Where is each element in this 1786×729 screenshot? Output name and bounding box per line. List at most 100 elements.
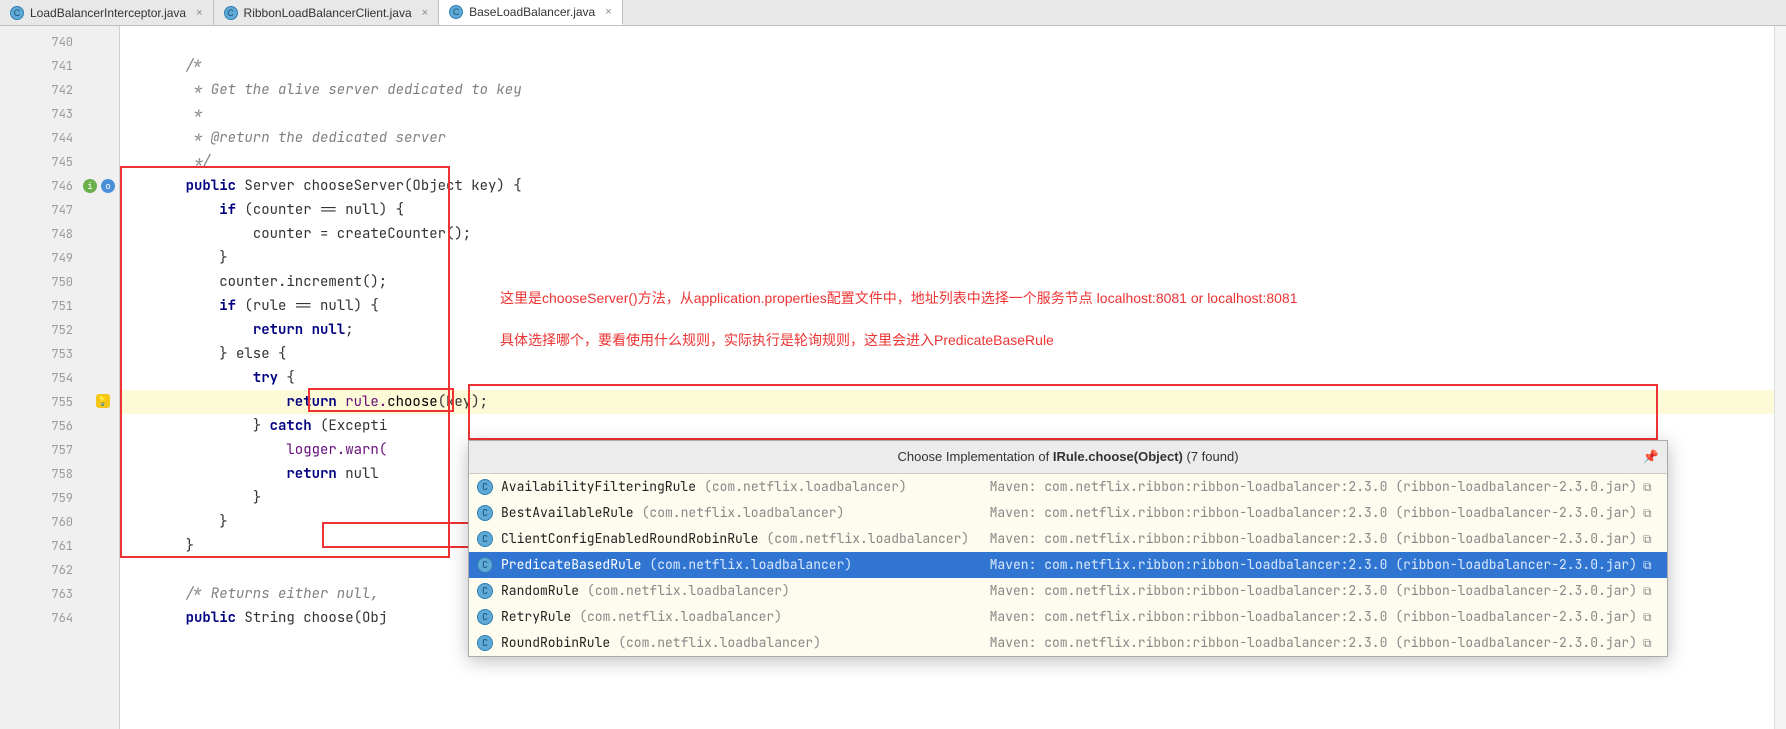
pin-icon[interactable]: 📌 — [1643, 445, 1659, 469]
copy-icon[interactable]: ⧉ — [1643, 501, 1659, 525]
gutter-line: 750 — [0, 270, 119, 294]
popup-item-source: Maven: com.netflix.ribbon:ribbon-loadbal… — [970, 605, 1637, 629]
code-text: logger.warn( — [286, 441, 387, 459]
implements-icon[interactable]: o — [101, 179, 115, 193]
close-icon[interactable]: × — [605, 6, 611, 18]
java-class-icon: C — [477, 557, 493, 573]
popup-item-package: (com.netflix.loadbalancer) — [579, 582, 790, 599]
code-text: } — [219, 513, 227, 531]
code-text: null — [337, 465, 379, 483]
keyword: try — [253, 369, 278, 387]
close-icon[interactable]: × — [422, 7, 428, 19]
comment-text: * — [186, 105, 203, 123]
popup-item-package: (com.netflix.loadbalancer) — [641, 556, 852, 573]
popup-title: Choose Implementation of IRule.choose(Ob… — [469, 441, 1667, 474]
override-icon[interactable]: i — [83, 179, 97, 193]
close-icon[interactable]: × — [196, 7, 202, 19]
field-ref: rule. — [337, 393, 387, 411]
keyword: public — [186, 609, 236, 627]
gutter-line: 749 — [0, 246, 119, 270]
comment-text: /* — [186, 57, 203, 75]
java-class-icon: C — [477, 635, 493, 651]
popup-item-availabilityfilteringrule[interactable]: C AvailabilityFilteringRule(com.netflix.l… — [469, 474, 1667, 500]
tab-label: RibbonLoadBalancerClient.java — [244, 6, 412, 20]
popup-item-source: Maven: com.netflix.ribbon:ribbon-loadbal… — [970, 475, 1637, 499]
java-class-icon: C — [477, 479, 493, 495]
gutter-line: 756 — [0, 414, 119, 438]
copy-icon[interactable]: ⧉ — [1643, 605, 1659, 629]
popup-item-name: ClientConfigEnabledRoundRobinRule — [501, 530, 758, 547]
popup-item-package: (com.netflix.loadbalancer) — [758, 530, 969, 547]
code-text: counter = createCounter(); — [253, 225, 471, 243]
copy-icon[interactable]: ⧉ — [1643, 631, 1659, 655]
java-class-icon: C — [224, 6, 238, 20]
popup-title-suffix: (7 found) — [1183, 449, 1239, 464]
code-text: (rule == null) { — [236, 297, 379, 315]
keyword: return — [286, 393, 336, 411]
gutter-line: 754 — [0, 366, 119, 390]
comment-text: */ — [186, 153, 211, 171]
code-text: } — [219, 249, 227, 267]
java-class-icon: C — [449, 5, 463, 19]
popup-item-source: Maven: com.netflix.ribbon:ribbon-loadbal… — [970, 527, 1637, 551]
popup-item-clientconfigenabledroundrobinrule[interactable]: CClientConfigEnabledRoundRobinRule(com.n… — [469, 526, 1667, 552]
code-editor[interactable]: 740741742743744745746io74774874975075175… — [0, 26, 1786, 729]
keyword: if — [219, 201, 236, 219]
code-text: (counter == null) { — [236, 201, 404, 219]
gutter-line: 742 — [0, 78, 119, 102]
java-class-icon: C — [10, 6, 24, 20]
gutter-line: 752 — [0, 318, 119, 342]
popup-item-source: Maven: com.netflix.ribbon:ribbon-loadbal… — [970, 553, 1637, 577]
popup-item-predicatebasedrule[interactable]: C PredicateBasedRule(com.netflix.loadbala… — [469, 552, 1667, 578]
gutter-line: 747 — [0, 198, 119, 222]
tab-baseloadbalancer[interactable]: C BaseLoadBalancer.java × — [439, 0, 623, 25]
copy-icon[interactable]: ⧉ — [1643, 527, 1659, 551]
annotation-text-1: 这里是chooseServer()方法，从application.propert… — [500, 286, 1297, 310]
gutter-line: 745 — [0, 150, 119, 174]
copy-icon[interactable]: ⧉ — [1643, 553, 1659, 577]
comment-text: * Get the alive server dedicated to key — [186, 81, 522, 99]
popup-item-roundrobinrule[interactable]: C RoundRobinRule(com.netflix.loadbalancer… — [469, 630, 1667, 656]
keyword: if — [219, 297, 236, 315]
keyword: return — [286, 465, 336, 483]
popup-item-name: AvailabilityFilteringRule — [501, 478, 696, 495]
gutter-line: 755💡 — [0, 390, 119, 414]
tab-label: BaseLoadBalancer.java — [469, 5, 595, 19]
comment-text: * @return the dedicated server — [186, 129, 446, 147]
gutter: 740741742743744745746io74774874975075175… — [0, 26, 120, 729]
popup-item-name: RoundRobinRule — [501, 634, 610, 651]
popup-item-name: PredicateBasedRule — [501, 556, 641, 573]
copy-icon[interactable]: ⧉ — [1643, 579, 1659, 603]
code-text: String choose(Obj — [236, 609, 387, 627]
gutter-line: 757 — [0, 438, 119, 462]
gutter-line: 741 — [0, 54, 119, 78]
gutter-line: 763 — [0, 582, 119, 606]
popup-item-package: (com.netflix.loadbalancer) — [696, 478, 907, 495]
copy-icon[interactable]: ⧉ — [1643, 475, 1659, 499]
code-text: ; — [345, 321, 353, 339]
popup-item-package: (com.netflix.loadbalancer) — [610, 634, 821, 651]
popup-item-retryrule[interactable]: CRetryRule(com.netflix.loadbalancer)Mave… — [469, 604, 1667, 630]
code-text: } — [186, 537, 194, 555]
bulb-icon[interactable]: 💡 — [96, 394, 110, 408]
code-text: } else { — [219, 345, 286, 363]
popup-item-bestavailablerule[interactable]: CBestAvailableRule(com.netflix.loadbalan… — [469, 500, 1667, 526]
gutter-line: 762 — [0, 558, 119, 582]
keyword: public — [186, 177, 236, 195]
choose-implementation-popup[interactable]: Choose Implementation of IRule.choose(Ob… — [468, 440, 1668, 657]
popup-item-name: RandomRule — [501, 582, 579, 599]
annotation-text-2: 具体选择哪个，要看使用什么规则，实际执行是轮询规则，这里会进入Predicate… — [500, 328, 1054, 352]
gutter-line: 760 — [0, 510, 119, 534]
popup-item-randomrule[interactable]: CRandomRule(com.netflix.loadbalancer)Mav… — [469, 578, 1667, 604]
popup-item-source: Maven: com.netflix.ribbon:ribbon-loadbal… — [970, 631, 1637, 655]
gutter-line: 740 — [0, 30, 119, 54]
code-text: } — [253, 489, 261, 507]
java-class-icon: C — [477, 583, 493, 599]
code-pane[interactable]: /* * Get the alive server dedicated to k… — [120, 26, 1786, 729]
gutter-line: 746io — [0, 174, 119, 198]
code-text: { — [278, 369, 295, 387]
tab-loadbalancerinterceptor[interactable]: C LoadBalancerInterceptor.java × — [0, 0, 214, 25]
tab-ribbonloadbalancerclient[interactable]: C RibbonLoadBalancerClient.java × — [214, 0, 440, 25]
scrollbar[interactable] — [1774, 26, 1786, 729]
gutter-line: 744 — [0, 126, 119, 150]
